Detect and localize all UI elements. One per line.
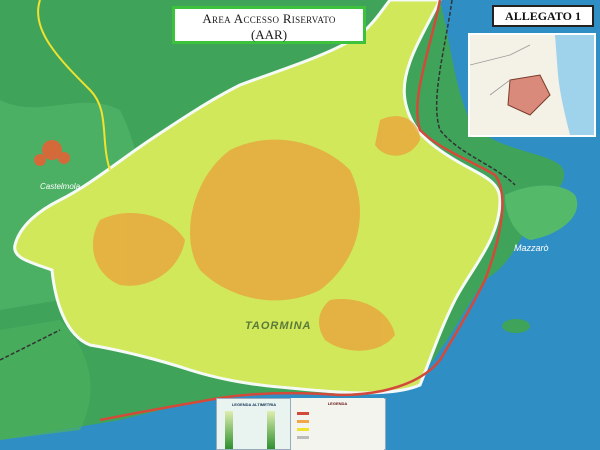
place-label-castelmola: Castelmola [40,182,81,191]
map-title-line1: Area Accesso Riservato [202,11,336,26]
legend-altimetria-title: LEGENDA ALTIMETRIA [231,402,277,407]
legend-road-swatch [297,412,309,415]
inset-map [468,33,596,137]
island [502,319,530,333]
legend-road-swatch [297,428,309,431]
attachment-badge: ALLEGATO 1 [492,5,594,27]
legend-altimetria-scale [225,411,233,449]
place-label-taormina: TAORMINA [245,320,312,332]
legend-panel-roads: LEGENDA [290,398,384,450]
map-title-line2: (AAR) [250,27,288,42]
map-title-box: Area Accesso Riservato (AAR) [172,6,366,44]
legend-altimetria-scale [267,411,275,449]
legend-road-swatch [297,436,309,439]
inset-map-drawing [470,35,594,135]
place-label-mazzaro: Mazzarò [514,243,549,253]
legend-title: LEGENDA [327,401,348,406]
legend-road-swatch [297,420,309,423]
